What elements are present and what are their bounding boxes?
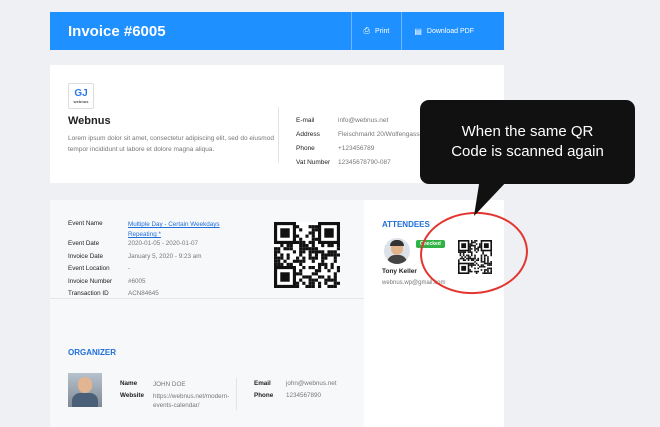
company-logo: GJ webnus [68,83,94,109]
divider [50,298,364,299]
attendee-avatar [384,238,410,264]
print-button[interactable]: ⎙ Print [350,12,402,50]
event-row: Invoice Date January 5, 2020 - 9:23 am [68,252,202,260]
contact-row: Address Fleischmarkt 20/Wolfengasse [296,130,424,138]
organizer-website[interactable]: https://webnus.net/modern-events-calenda… [153,392,233,410]
callout-bubble: When the same QR Code is scanned again [420,100,635,184]
callout-line-2: Code is scanned again [451,143,604,160]
callout-line-1: When the same QR [461,123,594,140]
organizer-contact: Email john@webnus.net Phone 1234567890 [254,380,337,404]
attendees-title: ATTENDEES [382,220,430,229]
divider [236,378,237,410]
download-label: Download PDF [426,27,474,35]
event-row: Transaction ID ACN84645 [68,290,159,297]
event-card: Event Name Multiple Day - Certain Weekday… [50,200,364,427]
company-description: Lorem ipsum dolor sit amet, consectetur … [68,135,274,153]
organizer-title: ORGANIZER [68,348,116,357]
contact-row: E-mail info@webnus.net [296,116,389,124]
organizer-email: john@webnus.net [286,380,337,387]
invoice-title: Invoice #6005 [68,22,166,40]
print-label: Print [374,27,390,35]
contact-row: Vat Number 12345678790-087 [296,158,391,166]
printer-icon: ⎙ [363,26,370,35]
invoice-header: Invoice #6005 ⎙ Print ▤ Download PDF [50,12,504,50]
speech-bubble-tail [474,178,510,216]
event-row: Invoice Number #6005 [68,277,146,285]
organizer-details: Name JOHN DOE Website https://webnus.net/m… [120,380,233,410]
download-pdf-button[interactable]: ▤ Download PDF [401,12,486,50]
event-qr-code [274,222,340,288]
company-name: Webnus [68,115,111,127]
event-row: Event Location - [68,265,131,272]
organizer-name: JOHN DOE [153,381,186,388]
organizer-avatar [68,373,102,407]
attendee-name: Tony Keller [382,268,417,275]
logo-text: webnus [73,98,89,104]
company-contacts: E-mail info@webnus.net Address Fleischmark… [296,113,423,169]
contact-row: Phone +123456789 [296,144,375,152]
divider [278,107,279,163]
file-icon: ▤ [414,26,422,36]
organizer-phone: 1234567890 [286,392,322,399]
event-details: Event Name Multiple Day - Certain Weekday… [68,220,238,303]
event-name-link[interactable]: Multiple Day - Certain Weekdays Repeatin… [128,220,238,240]
event-row: Event Name Multiple Day - Certain Weekday… [68,220,238,240]
event-row: Event Date 2020-01-05 - 2020-01-07 [68,240,199,247]
